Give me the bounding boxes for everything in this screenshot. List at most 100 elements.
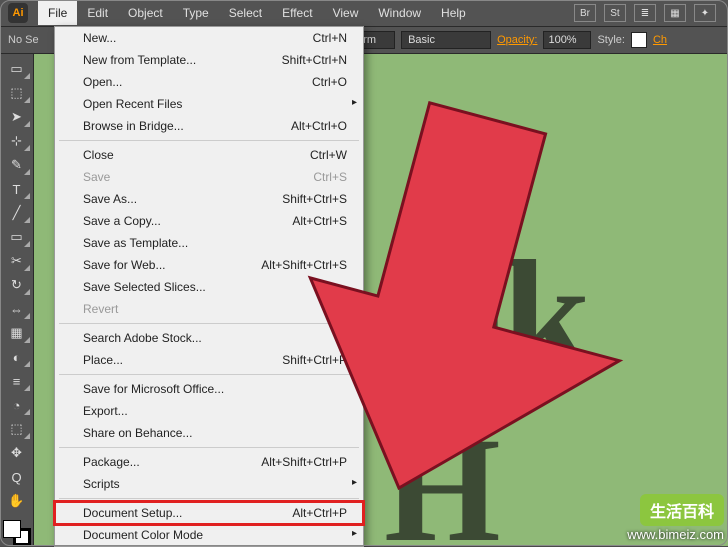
menu-item-shortcut: Shift+Ctrl+N [282,53,347,67]
watermark: 生活百科 www.bimeiz.com [627,494,724,544]
tool-3[interactable]: ⊹ [3,130,31,152]
file-menu-dropdown: New... Ctrl+N New from Template... Shift+Ct… [54,26,364,547]
tool-8[interactable]: ✂ [3,250,31,272]
menu-item-shortcut: Alt+Shift+Ctrl+P [261,455,347,469]
menu-item-close[interactable]: CloseCtrl+W [55,144,363,166]
menu-item-label: Place... [83,353,123,367]
menu-item-label: Browse in Bridge... [83,119,184,133]
menu-item-place[interactable]: Place... Shift+Ctrl+P [55,349,363,371]
style-swatch[interactable] [631,32,647,48]
menu-separator [59,323,359,324]
tool-7[interactable]: ▭ [3,226,31,248]
menu-item-shortcut: Shift+Ctrl+P [282,353,347,367]
menu-item-save-a-copy[interactable]: Save a Copy...Alt+Ctrl+S [55,210,363,232]
app-logo: Ai [8,3,28,23]
menu-item-shortcut: Ctrl+N [313,31,347,45]
menu-item-shortcut: Ctrl+O [312,75,347,89]
menu-object[interactable]: Object [118,1,173,25]
menu-item-search-adobe-stock[interactable]: Search Adobe Stock... [55,327,363,349]
menubar: Ai FileEditObjectTypeSelectEffectViewWin… [0,0,728,26]
menu-effect[interactable]: Effect [272,1,322,25]
menu-item-label: Document Setup... [83,506,182,520]
menu-separator [59,498,359,499]
menubar-icon[interactable]: Br [574,4,596,22]
menu-item-label: Search Adobe Stock... [83,331,202,345]
menu-item-document-setup[interactable]: Document Setup... Alt+Ctrl+P [55,502,363,524]
tool-1[interactable]: ⬚ [3,82,31,104]
menu-separator [59,374,359,375]
tool-4[interactable]: ✎ [3,154,31,176]
menu-item-label: Save [83,170,110,184]
menu-separator [59,140,359,141]
menu-item-label: Save As... [83,192,137,206]
menu-item-share-on-behance[interactable]: Share on Behance... [55,422,363,444]
tool-16[interactable]: ✥ [3,442,31,464]
menu-edit[interactable]: Edit [77,1,118,25]
tool-10[interactable]: ⇔ [3,298,31,320]
brush-select[interactable]: Basic [401,31,491,49]
menu-file[interactable]: File [38,1,77,25]
menu-item-package[interactable]: Package...Alt+Shift+Ctrl+P [55,451,363,473]
menu-item-label: Export... [83,404,128,418]
opacity-label[interactable]: Opacity: [497,34,537,46]
menu-item-save-selected-slices[interactable]: Save Selected Slices... [55,276,363,298]
tool-14[interactable]: ◔ [3,394,31,416]
menu-item-save-for-microsoft-office[interactable]: Save for Microsoft Office... [55,378,363,400]
menu-item-document-color-mode[interactable]: Document Color Mode [55,524,363,546]
menu-item-open[interactable]: Open... Ctrl+O [55,71,363,93]
menu-item-label: Open Recent Files [83,97,182,111]
menu-select[interactable]: Select [219,1,272,25]
watermark-url: www.bimeiz.com [627,527,724,542]
color-swatches[interactable] [3,520,31,546]
menu-help[interactable]: Help [431,1,476,25]
canvas-artwork-text: wik [354,224,585,409]
opacity-input[interactable]: 100% [543,31,591,49]
menu-item-label: Open... [83,75,122,89]
menu-item-revert: Revert F12 [55,298,363,320]
tool-13[interactable]: ≡ [3,370,31,392]
menu-view[interactable]: View [323,1,369,25]
menu-item-save-as-template[interactable]: Save as Template... [55,232,363,254]
tool-6[interactable]: ╱ [3,202,31,224]
menu-item-new[interactable]: New... Ctrl+N [55,27,363,49]
tool-11[interactable]: ▦ [3,322,31,344]
tool-2[interactable]: ➤ [3,106,31,128]
change-link[interactable]: Ch [653,34,667,46]
tool-15[interactable]: ⬚ [3,418,31,440]
menu-item-label: Save for Microsoft Office... [83,382,224,396]
menu-item-shortcut: Shift+Ctrl+S [282,192,347,206]
tool-12[interactable]: ◐ [3,346,31,368]
menu-item-save-for-web[interactable]: Save for Web...Alt+Shift+Ctrl+S [55,254,363,276]
menu-item-label: Save Selected Slices... [83,280,206,294]
menu-item-open-recent-files[interactable]: Open Recent Files [55,93,363,115]
menubar-icon[interactable]: ✦ [694,4,716,22]
tool-0[interactable]: ▭ [3,58,31,80]
menu-item-save: SaveCtrl+S [55,166,363,188]
menu-item-shortcut: Alt+Ctrl+P [292,506,347,520]
menu-item-label: New from Template... [83,53,196,67]
menu-item-save-as[interactable]: Save As... Shift+Ctrl+S [55,188,363,210]
menu-item-browse-in-bridge[interactable]: Browse in Bridge... Alt+Ctrl+O [55,115,363,137]
menu-item-export[interactable]: Export... [55,400,363,422]
menu-item-label: Save as Template... [83,236,188,250]
menu-window[interactable]: Window [368,1,431,25]
menu-item-shortcut: F12 [326,302,347,316]
menubar-icon[interactable]: ≣ [634,4,656,22]
menu-item-label: Revert [83,302,118,316]
menu-item-label: New... [83,31,116,45]
menu-item-scripts[interactable]: Scripts [55,473,363,495]
tool-17[interactable]: Q [3,466,31,488]
menu-type[interactable]: Type [173,1,219,25]
tool-9[interactable]: ↻ [3,274,31,296]
menubar-icon[interactable]: ▦ [664,4,686,22]
menubar-icon[interactable]: St [604,4,626,22]
menu-item-label: Scripts [83,477,120,491]
menu-item-label: Document Color Mode [83,528,203,542]
fill-swatch[interactable] [3,520,21,538]
tool-5[interactable]: T [3,178,31,200]
menu-item-shortcut: Ctrl+W [310,148,347,162]
menu-item-new-from-template[interactable]: New from Template... Shift+Ctrl+N [55,49,363,71]
tool-18[interactable]: ✋ [3,490,31,512]
style-label: Style: [597,34,625,46]
menu-item-shortcut: Alt+Ctrl+O [291,119,347,133]
